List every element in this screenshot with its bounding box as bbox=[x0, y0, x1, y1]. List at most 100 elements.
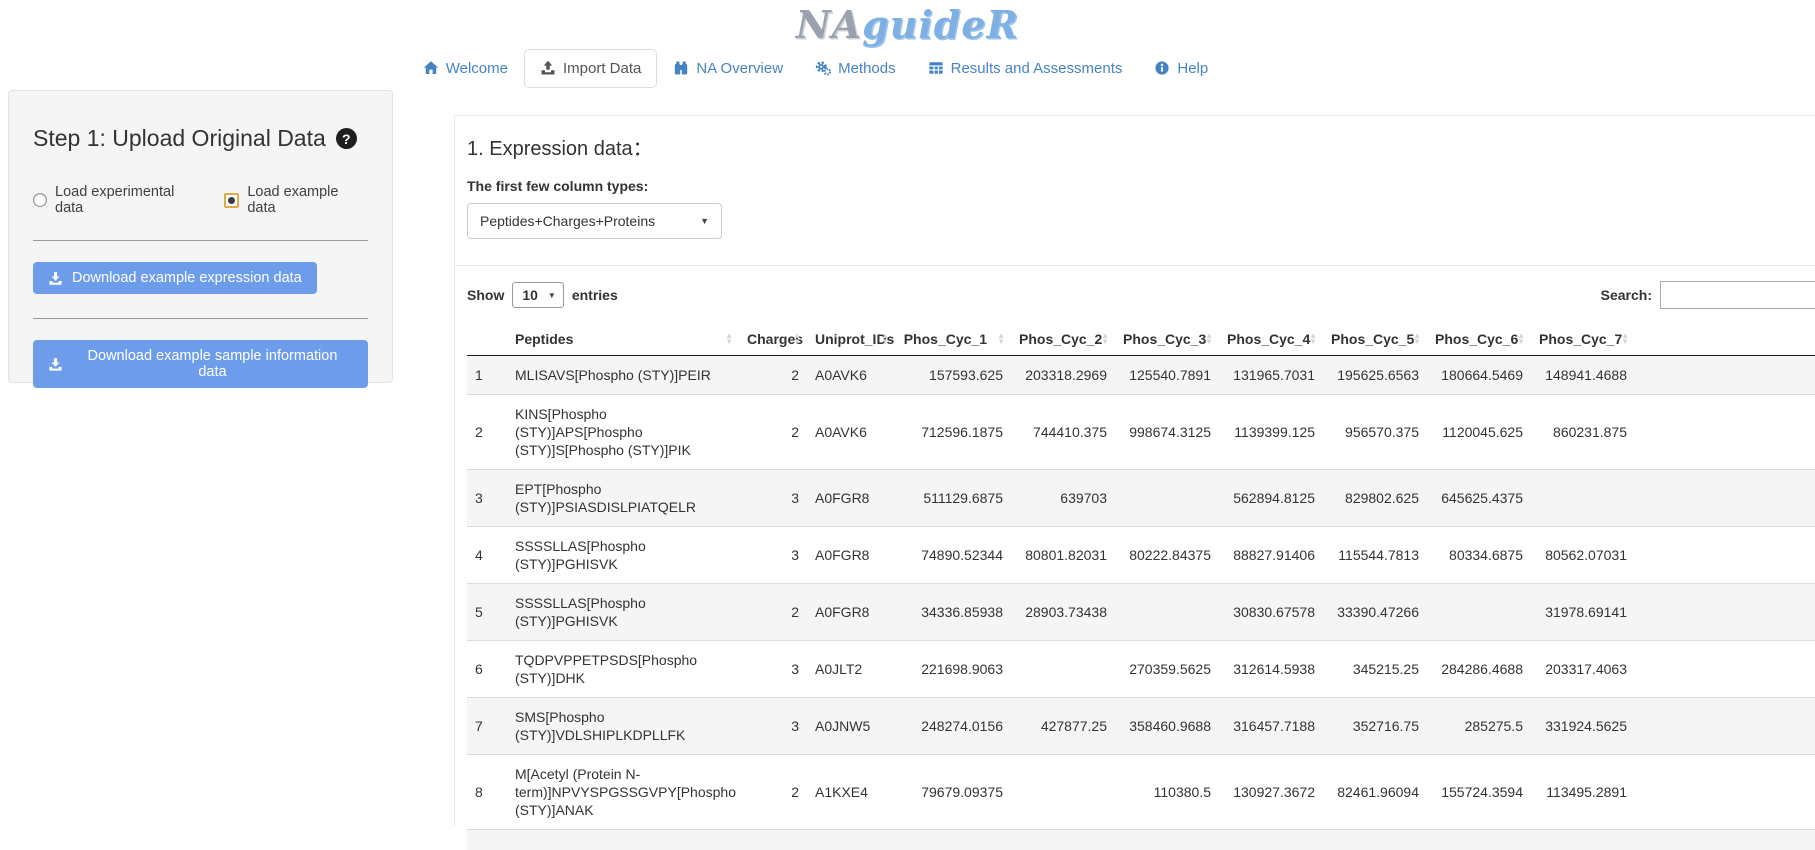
sort-icon: ▲▼ bbox=[1205, 333, 1213, 345]
cell-filler bbox=[1635, 527, 1815, 584]
cell-phos-cyc-6: 284286.4688 bbox=[1427, 641, 1531, 698]
cell-charge: 2 bbox=[739, 755, 807, 830]
sort-icon: ▲▼ bbox=[997, 333, 1005, 345]
cell-empty bbox=[895, 830, 1011, 850]
table-controls: Show 10 ▼ entries Search: bbox=[467, 281, 1815, 309]
download-icon bbox=[48, 357, 63, 372]
show-label: Show bbox=[467, 287, 504, 303]
cell-phos-cyc-3: 270359.5625 bbox=[1115, 641, 1219, 698]
cell-phos-cyc-4: 131965.7031 bbox=[1219, 356, 1323, 395]
cell-peptide: KINS[Phospho (STY)]APS[Phospho (STY)]S[P… bbox=[507, 395, 739, 470]
cell-uniprot-id: A0AVK6 bbox=[807, 395, 895, 470]
main-navigation: Welcome Import Data NA Overview Methods bbox=[0, 47, 1723, 89]
tab-welcome[interactable]: Welcome bbox=[407, 49, 524, 88]
tab-label: NA Overview bbox=[696, 60, 783, 77]
filler-header bbox=[1635, 323, 1815, 356]
help-circle-icon[interactable]: ? bbox=[336, 128, 357, 149]
cell-filler bbox=[1635, 356, 1815, 395]
tab-na-overview[interactable]: NA Overview bbox=[657, 49, 799, 88]
column-header-phos_cyc_7[interactable]: Phos_Cyc_7▲▼ bbox=[1531, 323, 1635, 356]
radio-label[interactable]: Load example data bbox=[247, 184, 368, 216]
column-header-phos_cyc_3[interactable]: Phos_Cyc_3▲▼ bbox=[1115, 323, 1219, 356]
cell-phos-cyc-3 bbox=[1115, 584, 1219, 641]
button-label: Download example expression data bbox=[72, 270, 302, 286]
cell-phos-cyc-5: 829802.625 bbox=[1323, 470, 1427, 527]
column-header-phos_cyc_1[interactable]: Phos_Cyc_1▲▼ bbox=[895, 323, 1011, 356]
cell-phos-cyc-7: 113495.2891 bbox=[1531, 755, 1635, 830]
cell-peptide: MLISAVS[Phospho (STY)]PEIR bbox=[507, 356, 739, 395]
column-header-peptides[interactable]: Peptides▲▼ bbox=[507, 323, 739, 356]
cell-row-number: 5 bbox=[467, 584, 507, 641]
cell-filler bbox=[1635, 755, 1815, 830]
column-header-phos_cyc_4[interactable]: Phos_Cyc_4▲▼ bbox=[1219, 323, 1323, 356]
cell-phos-cyc-4: 130927.3672 bbox=[1219, 755, 1323, 830]
tab-methods[interactable]: Methods bbox=[799, 49, 912, 88]
table-icon bbox=[928, 60, 944, 76]
table-row: 6TQDPVPPETPSDS[Phospho (STY)]DHK3A0JLT22… bbox=[467, 641, 1815, 698]
column-header-label: Phos_Cyc_5 bbox=[1331, 331, 1414, 347]
page-length-value: 10 bbox=[522, 287, 538, 303]
column-types-select[interactable]: Peptides+Charges+Proteins ▼ bbox=[467, 203, 722, 239]
column-header-charges[interactable]: Charges▲▼ bbox=[739, 323, 807, 356]
cell-phos-cyc-1: 221698.9063 bbox=[895, 641, 1011, 698]
tab-help[interactable]: Help bbox=[1138, 49, 1224, 88]
page-length-control: Show 10 ▼ entries bbox=[467, 282, 618, 308]
cell-phos-cyc-1: 34336.85938 bbox=[895, 584, 1011, 641]
entries-label: entries bbox=[572, 287, 618, 303]
cell-charge: 2 bbox=[739, 584, 807, 641]
radio-load-example[interactable]: Load example data bbox=[224, 184, 368, 216]
column-header-phos_cyc_2[interactable]: Phos_Cyc_2▲▼ bbox=[1011, 323, 1115, 356]
cell-phos-cyc-4: 30830.67578 bbox=[1219, 584, 1323, 641]
cell-phos-cyc-6: 645625.4375 bbox=[1427, 470, 1531, 527]
cell-phos-cyc-6: 155724.3594 bbox=[1427, 755, 1531, 830]
radio-checked-icon[interactable] bbox=[224, 193, 239, 208]
search-input[interactable] bbox=[1660, 281, 1815, 309]
radio-load-experimental[interactable]: Load experimental data bbox=[33, 184, 203, 216]
tab-results-assessments[interactable]: Results and Assessments bbox=[912, 49, 1139, 88]
cell-row-number: 6 bbox=[467, 641, 507, 698]
sort-icon: ▲▼ bbox=[1413, 333, 1421, 345]
cell-phos-cyc-1: 511129.6875 bbox=[895, 470, 1011, 527]
cell-phos-cyc-7: 31978.69141 bbox=[1531, 584, 1635, 641]
column-header-phos_cyc_5[interactable]: Phos_Cyc_5▲▼ bbox=[1323, 323, 1427, 356]
cell-empty bbox=[1323, 830, 1427, 850]
cell-row-number: 7 bbox=[467, 698, 507, 755]
caret-down-icon: ▼ bbox=[700, 216, 709, 226]
table-row: 2KINS[Phospho (STY)]APS[Phospho (STY)]S[… bbox=[467, 395, 1815, 470]
button-label: Download example sample information data bbox=[72, 348, 353, 380]
column-header-uniprot_ids[interactable]: Uniprot_IDs▲▼ bbox=[807, 323, 895, 356]
cell-charge: 3 bbox=[739, 698, 807, 755]
column-header-label: Phos_Cyc_3 bbox=[1123, 331, 1206, 347]
cell-row-number: 8 bbox=[467, 755, 507, 830]
cell-empty bbox=[1635, 830, 1815, 850]
cell-uniprot-id: A0JLT2 bbox=[807, 641, 895, 698]
page-length-select[interactable]: 10 ▼ bbox=[512, 282, 564, 308]
column-header-phos_cyc_6[interactable]: Phos_Cyc_6▲▼ bbox=[1427, 323, 1531, 356]
cell-charge: 3 bbox=[739, 470, 807, 527]
sort-icon: ▲▼ bbox=[1101, 333, 1109, 345]
panel-title-text: Step 1: Upload Original Data bbox=[33, 125, 326, 152]
cell-uniprot-id: A0AVK6 bbox=[807, 356, 895, 395]
cell-row-number: 4 bbox=[467, 527, 507, 584]
download-sample-info-button[interactable]: Download example sample information data bbox=[33, 340, 368, 388]
cell-phos-cyc-6: 1120045.625 bbox=[1427, 395, 1531, 470]
cell-phos-cyc-3 bbox=[1115, 470, 1219, 527]
logo-guider: guideR bbox=[862, 2, 1019, 47]
upload-panel: Step 1: Upload Original Data ? Load expe… bbox=[8, 90, 393, 383]
cell-charge: 2 bbox=[739, 395, 807, 470]
sort-icon: ▲▼ bbox=[1309, 333, 1317, 345]
cell-empty bbox=[1219, 830, 1323, 850]
cell-phos-cyc-6: 180664.5469 bbox=[1427, 356, 1531, 395]
sort-icon: ▲▼ bbox=[1517, 333, 1525, 345]
radio-unchecked-icon[interactable] bbox=[33, 193, 47, 207]
tab-import-data[interactable]: Import Data bbox=[524, 49, 657, 88]
cell-phos-cyc-1: 74890.52344 bbox=[895, 527, 1011, 584]
cell-empty bbox=[1531, 830, 1635, 850]
radio-label[interactable]: Load experimental data bbox=[55, 184, 203, 216]
cell-empty bbox=[739, 830, 807, 850]
cell-phos-cyc-4: 312614.5938 bbox=[1219, 641, 1323, 698]
search-label: Search: bbox=[1601, 287, 1652, 303]
cell-phos-cyc-7 bbox=[1531, 470, 1635, 527]
divider bbox=[33, 318, 368, 319]
download-expression-button[interactable]: Download example expression data bbox=[33, 262, 317, 294]
